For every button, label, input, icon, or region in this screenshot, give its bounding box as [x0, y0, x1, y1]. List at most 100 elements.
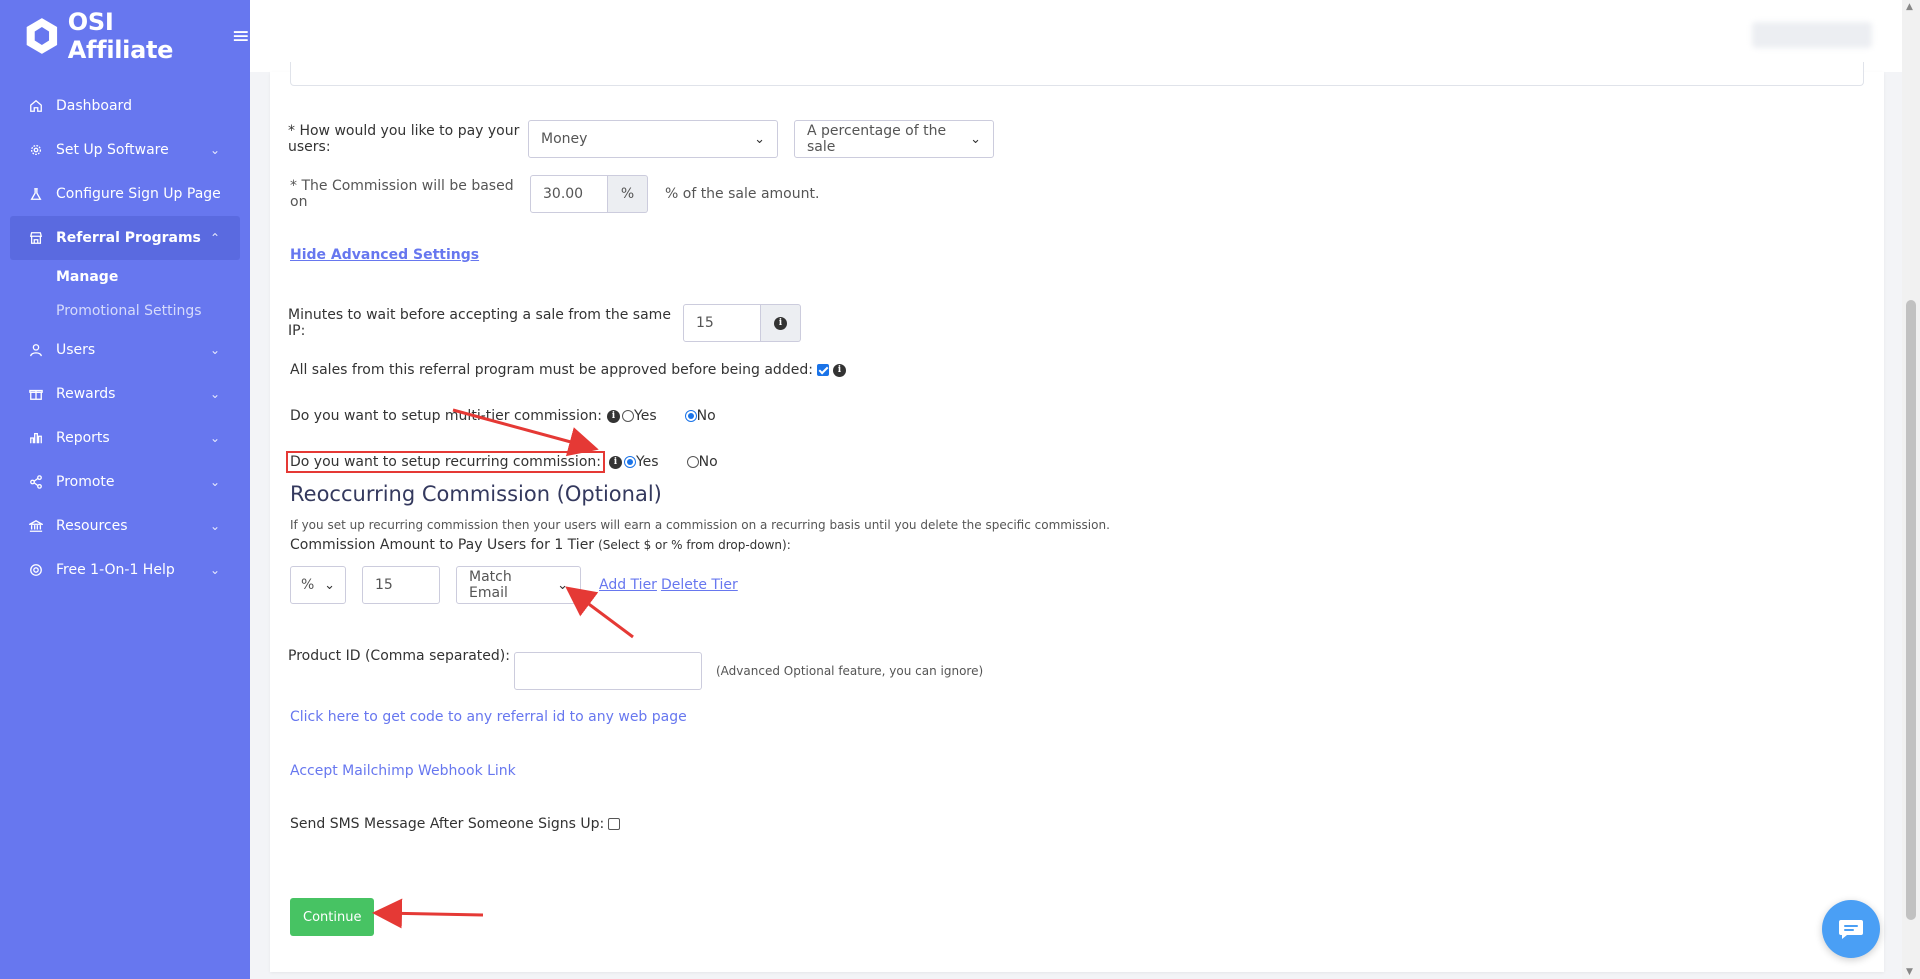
- continue-button[interactable]: Continue: [290, 898, 375, 936]
- pay-basis-select[interactable]: A percentage of the sale ⌄: [794, 120, 994, 158]
- user-menu-blurred[interactable]: [1752, 22, 1872, 48]
- mailchimp-row: Accept Mailchimp Webhook Link: [290, 763, 516, 779]
- pay-users-label: * How would you like to pay your users:: [288, 123, 520, 155]
- sidebar-item-set-up-software[interactable]: Set Up Software ⌄: [10, 128, 240, 172]
- sidebar-subitem-manage[interactable]: Manage: [0, 260, 250, 294]
- sidebar-item-configure-sign-up-page[interactable]: Configure Sign Up Page: [10, 172, 240, 216]
- chart-icon: [28, 430, 44, 446]
- referral-code-link[interactable]: Click here to get code to any referral i…: [290, 709, 687, 725]
- chat-bubble-icon: [1839, 920, 1863, 939]
- tier-match-value: Match Email: [469, 569, 512, 601]
- tier-unit-value: %: [301, 577, 315, 593]
- sidebar-subitem-promotional-settings[interactable]: Promotional Settings: [0, 294, 250, 328]
- sidebar-item-reports[interactable]: Reports ⌄: [10, 416, 240, 460]
- mailchimp-webhook-link[interactable]: Accept Mailchimp Webhook Link: [290, 763, 516, 779]
- hamburger-menu-icon[interactable]: ≡: [232, 24, 250, 49]
- commission-input[interactable]: 30.00: [530, 175, 608, 213]
- delete-tier-link[interactable]: Delete Tier: [661, 577, 738, 593]
- minutes-label: Minutes to wait before accepting a sale …: [288, 307, 671, 339]
- approve-row: All sales from this referral program mus…: [290, 362, 846, 378]
- minutes-row: Minutes to wait before accepting a sale …: [288, 304, 801, 342]
- bank-icon: [28, 518, 44, 534]
- recurring-yes-label: Yes: [635, 454, 659, 470]
- chevron-down-icon: ⌄: [209, 143, 220, 157]
- sidebar-item-free-help[interactable]: Free 1-On-1 Help ⌄: [10, 548, 240, 592]
- scrollbar-thumb[interactable]: [1906, 300, 1916, 920]
- minutes-info-addon[interactable]: i: [761, 304, 801, 342]
- chevron-down-icon: ⌄: [754, 131, 765, 147]
- product-id-input[interactable]: [514, 652, 702, 690]
- multitier-no-label: No: [696, 408, 716, 424]
- sidebar-item-rewards[interactable]: Rewards ⌄: [10, 372, 240, 416]
- amount-label-row: Commission Amount to Pay Users for 1 Tie…: [290, 537, 791, 553]
- recurring-description: If you set up recurring commission then …: [290, 518, 1110, 532]
- commission-row: * The Commission will be based on 30.00 …: [290, 175, 819, 213]
- continue-row: Continue: [290, 898, 375, 936]
- info-icon: i: [774, 316, 787, 330]
- recurring-no-label: No: [698, 454, 718, 470]
- sidebar-item-users[interactable]: Users ⌄: [10, 328, 240, 372]
- sidebar-item-label: Dashboard: [56, 98, 132, 114]
- chevron-down-icon: ⌄: [209, 475, 220, 489]
- sidebar-item-dashboard[interactable]: Dashboard: [10, 84, 240, 128]
- amount-label: Commission Amount to Pay Users for 1 Tie…: [290, 537, 595, 553]
- chevron-down-icon: ⌄: [970, 131, 981, 147]
- chevron-down-icon: ⌄: [557, 577, 568, 593]
- sidebar-nav: Dashboard Set Up Software ⌄ Configure Si…: [0, 72, 250, 592]
- multitier-label: Do you want to setup multi-tier commissi…: [290, 408, 603, 424]
- tier-unit-select[interactable]: % ⌄: [290, 566, 346, 604]
- multitier-no-radio[interactable]: [684, 410, 697, 422]
- pay-type-value: Money: [541, 131, 588, 147]
- approve-checkbox[interactable]: [816, 364, 829, 376]
- scroll-down-arrow-icon[interactable]: ▼: [1906, 967, 1913, 977]
- minutes-input[interactable]: 15: [683, 304, 761, 342]
- sidebar-item-promote[interactable]: Promote ⌄: [10, 460, 240, 504]
- sidebar: OSI Affiliate ≡ Dashboard Set Up Softwar…: [0, 0, 250, 979]
- flask-icon: [28, 186, 44, 202]
- sms-label: Send SMS Message After Someone Signs Up:: [290, 816, 605, 832]
- hide-advanced-settings-link[interactable]: Hide Advanced Settings: [290, 247, 479, 263]
- add-tier-link[interactable]: Add Tier: [599, 577, 657, 593]
- gift-icon: [28, 386, 44, 402]
- sidebar-item-label: Configure Sign Up Page: [56, 186, 221, 202]
- recurring-heading: Reoccurring Commission (Optional): [290, 482, 662, 506]
- hide-advanced-row: Hide Advanced Settings: [290, 247, 479, 263]
- share-icon: [28, 474, 44, 490]
- sms-row: Send SMS Message After Someone Signs Up:: [290, 816, 621, 832]
- sms-checkbox[interactable]: [608, 818, 621, 830]
- store-icon: [28, 230, 44, 246]
- scroll-up-arrow-icon[interactable]: ▲: [1906, 2, 1913, 12]
- sidebar-item-resources[interactable]: Resources ⌄: [10, 504, 240, 548]
- sidebar-item-referral-programs[interactable]: Referral Programs ⌃: [10, 216, 240, 260]
- tier-match-select[interactable]: Match Email ⌄: [456, 566, 581, 604]
- recurring-yes-radio[interactable]: [623, 456, 636, 468]
- program-settings-card: * How would you like to pay your users: …: [270, 62, 1884, 972]
- pay-users-row: * How would you like to pay your users: …: [288, 120, 994, 158]
- tier-row: % ⌄ 15 Match Email ⌄ Add Tier Delete Tie…: [290, 566, 738, 604]
- recurring-no-radio[interactable]: [686, 456, 699, 468]
- home-icon: [28, 98, 44, 114]
- approve-label: All sales from this referral program mus…: [290, 362, 813, 378]
- chevron-down-icon: ⌄: [209, 519, 220, 533]
- recurring-row: Do you want to setup recurring commissio…: [286, 451, 718, 473]
- gear-icon: [28, 142, 44, 158]
- multitier-yes-radio[interactable]: [622, 410, 635, 422]
- amount-hint: (Select $ or % from drop-down):: [598, 538, 791, 552]
- info-icon[interactable]: i: [832, 363, 846, 377]
- sidebar-item-label: Referral Programs: [56, 230, 201, 246]
- pay-type-select[interactable]: Money ⌄: [528, 120, 778, 158]
- recurring-description-row: If you set up recurring commission then …: [290, 518, 1110, 532]
- sidebar-item-label: Promote: [56, 474, 115, 490]
- chevron-down-icon: ⌄: [209, 431, 220, 445]
- page-scrollbar[interactable]: ▲ ▼: [1902, 0, 1920, 979]
- chevron-down-icon: ⌄: [209, 387, 220, 401]
- sidebar-item-label: Users: [56, 342, 96, 358]
- sidebar-item-label: Resources: [56, 518, 128, 534]
- previous-textarea[interactable]: [290, 62, 1864, 86]
- sidebar-item-label: Free 1-On-1 Help: [56, 562, 175, 578]
- info-icon[interactable]: i: [607, 409, 621, 423]
- brand: OSI Affiliate ≡: [0, 0, 250, 72]
- chat-widget-button[interactable]: [1822, 900, 1880, 958]
- tier-amount-input[interactable]: 15: [362, 566, 440, 604]
- info-icon[interactable]: i: [608, 455, 622, 469]
